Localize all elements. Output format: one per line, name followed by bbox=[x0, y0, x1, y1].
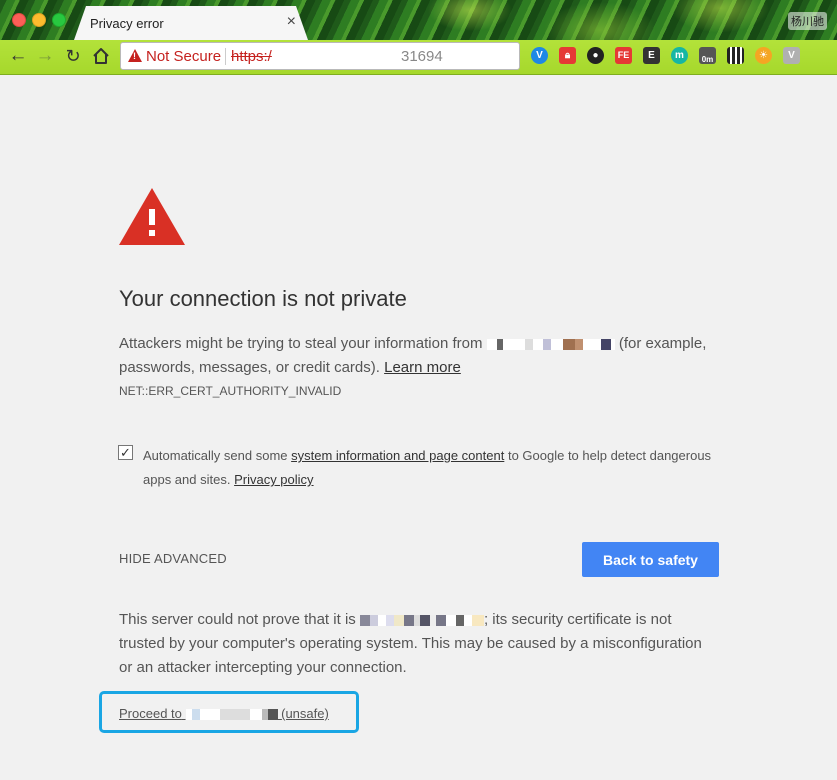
url-port: 31694 bbox=[401, 48, 443, 65]
error-code: NET::ERR_CERT_AUTHORITY_INVALID bbox=[119, 384, 342, 398]
vue-extension-icon[interactable]: V bbox=[783, 47, 800, 64]
url-host-redacted bbox=[281, 51, 399, 62]
learn-more-link[interactable]: Learn more bbox=[384, 359, 461, 376]
forward-arrow-icon[interactable]: → bbox=[34, 45, 56, 67]
tab-close-icon[interactable]: × bbox=[287, 13, 296, 31]
profile-button[interactable]: 杨川驰 bbox=[788, 12, 827, 30]
window-titlebar: Privacy error × 杨川驰 bbox=[0, 0, 837, 40]
record-extension-icon[interactable]: ● bbox=[587, 47, 604, 64]
intro-text: Attackers might be trying to steal your … bbox=[119, 335, 483, 352]
m-extension-icon[interactable]: m bbox=[671, 47, 688, 64]
tab-title: Privacy error bbox=[90, 16, 164, 31]
evernote-extension-icon[interactable]: E bbox=[643, 47, 660, 64]
intro-paragraph: Attackers might be trying to steal your … bbox=[119, 332, 709, 380]
server-name-redacted bbox=[359, 614, 484, 626]
hide-advanced-button[interactable]: HIDE ADVANCED bbox=[119, 551, 227, 566]
page-title: Your connection is not private bbox=[119, 286, 407, 311]
proceed-host-redacted bbox=[185, 709, 278, 721]
not-secure-warning-icon[interactable] bbox=[128, 49, 142, 62]
home-icon[interactable] bbox=[90, 45, 112, 67]
sun-extension-icon[interactable]: ☀︎ bbox=[755, 47, 772, 64]
warning-triangle-icon bbox=[119, 188, 185, 245]
privacy-policy-link[interactable]: Privacy policy bbox=[234, 472, 313, 487]
close-window-button[interactable] bbox=[12, 13, 26, 27]
security-status[interactable]: Not Secure bbox=[146, 48, 221, 65]
address-separator bbox=[225, 48, 226, 65]
browser-toolbar: ← → ↻ Not Secure https:/ 31694 V 🔒︎ ● FE… bbox=[0, 40, 837, 75]
checkbox-text: Automatically send some bbox=[143, 448, 288, 463]
proceed-text: Proceed to bbox=[119, 706, 182, 721]
proceed-unsafe-text: (unsafe) bbox=[281, 706, 329, 721]
0m-extension-icon[interactable]: 0m bbox=[699, 47, 716, 64]
minimize-window-button[interactable] bbox=[32, 13, 46, 27]
site-name-redacted bbox=[486, 338, 615, 350]
url-scheme: https:/ bbox=[231, 48, 272, 65]
proceed-unsafe-link[interactable]: Proceed to (unsafe) bbox=[119, 706, 329, 721]
lock-extension-icon[interactable]: 🔒︎ bbox=[559, 47, 576, 64]
qr-code-extension-icon[interactable] bbox=[727, 47, 744, 64]
back-to-safety-button[interactable]: Back to safety bbox=[582, 542, 719, 577]
reload-icon[interactable]: ↻ bbox=[62, 45, 84, 67]
fe-extension-icon[interactable]: FE bbox=[615, 47, 632, 64]
extended-reporting-checkbox[interactable]: ✓ bbox=[118, 445, 133, 460]
zoom-window-button[interactable] bbox=[52, 13, 66, 27]
details-text: This server could not prove that it is bbox=[119, 611, 356, 628]
system-information-link[interactable]: system information and page content bbox=[291, 448, 504, 463]
tab-privacy-error[interactable]: Privacy error × bbox=[74, 6, 308, 40]
v-extension-icon[interactable]: V bbox=[531, 47, 548, 64]
address-bar[interactable]: Not Secure https:/ 31694 bbox=[120, 42, 520, 70]
back-arrow-icon[interactable]: ← bbox=[7, 45, 29, 67]
details-paragraph: This server could not prove that it is ;… bbox=[119, 608, 709, 680]
extended-reporting-text: Automatically send some system informati… bbox=[143, 444, 713, 492]
